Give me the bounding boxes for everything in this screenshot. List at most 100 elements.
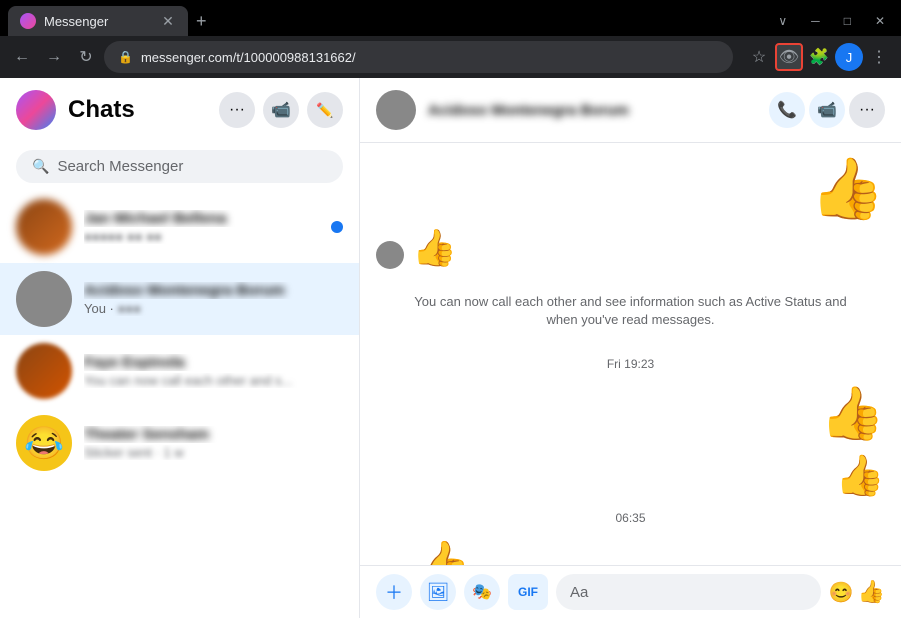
sidebar: Chats ··· 📹 ✏️ 🔍 Search Messenger [0, 78, 360, 618]
phone-icon: 📞 [777, 100, 797, 120]
chat-info: Faye Espinola You can now call each othe… [84, 354, 343, 388]
time-text: 06:35 [615, 511, 645, 525]
maximize-button[interactable]: □ [836, 14, 859, 28]
minimize-button[interactable]: ─ [803, 14, 828, 28]
chat-name: Jan Michael Bellena [84, 210, 319, 227]
lock-icon: 🔒 [118, 50, 133, 64]
chat-name: Acidoso Montenegra Borum [84, 282, 343, 299]
input-right-actions: 😊 👍 [829, 579, 885, 605]
back-button[interactable]: ← [8, 43, 36, 71]
sticker-icon: 🎭 [472, 582, 492, 602]
new-tab-button[interactable]: + [196, 11, 207, 32]
message-row: 👍 [376, 383, 885, 444]
phone-call-button[interactable]: 📞 [769, 92, 805, 128]
thumbs-up-emoji[interactable]: 👍 [820, 383, 885, 444]
image-button[interactable]: 🖼 [420, 574, 456, 610]
like-button[interactable]: 👍 [858, 579, 885, 605]
sticker-button[interactable]: 🎭 [464, 574, 500, 610]
message-row: 👍 [376, 452, 885, 499]
video-camera-icon: 📹 [271, 100, 291, 120]
time-divider: Fri 19:23 [376, 357, 885, 371]
image-icon: 🖼 [427, 582, 450, 603]
chat-list: Jan Michael Bellena ●●●●● ●● ●● Acidoso … [0, 191, 359, 618]
thumbs-up-emoji[interactable]: 👍 [412, 537, 472, 565]
forward-button[interactable]: → [40, 43, 68, 71]
sidebar-header: Chats ··· 📹 ✏️ [0, 78, 359, 142]
messages-area[interactable]: 👍 👍 You can now call each other and see … [360, 143, 901, 565]
close-button[interactable]: ✕ [867, 14, 893, 28]
chat-preview: ●●●●● ●● ●● [84, 229, 319, 244]
input-area: ＋ 🖼 🎭 GIF Aa 😊 👍 [360, 565, 901, 618]
search-input[interactable]: 🔍 Search Messenger [16, 150, 343, 183]
sidebar-actions: ··· 📹 ✏️ [219, 92, 343, 128]
address-text: messenger.com/t/100000988131662/ [141, 50, 356, 65]
more-info-button[interactable]: ··· [849, 92, 885, 128]
chat-name: Theater Sensham [84, 426, 343, 443]
compose-icon: ✏️ [316, 102, 333, 119]
contact-name: Acidoso Montenegra Borum [428, 102, 757, 119]
menu-icon[interactable]: ⋮ [865, 43, 893, 71]
chat-item[interactable]: 😂 Theater Sensham Sticker sent · 1 w [0, 407, 359, 479]
extension-icon[interactable]: 👁 [775, 43, 803, 71]
search-placeholder: Search Messenger [57, 158, 183, 175]
reload-button[interactable]: ↻ [72, 43, 100, 71]
chat-preview: Sticker sent · 1 w [84, 445, 343, 460]
avatar [16, 343, 72, 399]
video-call-button[interactable]: 📹 [809, 92, 845, 128]
blurred-name: Faye Espinola [84, 354, 185, 371]
more-options-button[interactable]: ··· [219, 92, 255, 128]
puzzle-icon[interactable]: 🧩 [805, 43, 833, 71]
add-button[interactable]: ＋ [376, 574, 412, 610]
gif-label: GIF [518, 585, 538, 599]
active-tab[interactable]: Messenger ✕ [8, 6, 188, 36]
message-row: 👍 [376, 227, 885, 269]
chat-item[interactable]: Faye Espinola You can now call each othe… [0, 335, 359, 407]
chat-preview: You can now call each other and s... [84, 373, 343, 388]
chat-header: Acidoso Montenegra Borum 📞 📹 ··· [360, 78, 901, 143]
chat-area: Acidoso Montenegra Borum 📞 📹 ··· 👍 [360, 78, 901, 618]
address-bar-row: ← → ↻ 🔒 messenger.com/t/100000988131662/… [0, 36, 901, 78]
avatar: 😂 [16, 415, 72, 471]
plus-icon: ＋ [385, 579, 403, 605]
chat-preview: You · ●●● [84, 301, 343, 316]
emoji-button[interactable]: 😊 [829, 580, 854, 605]
user-avatar[interactable] [16, 90, 56, 130]
unread-dot [331, 221, 343, 233]
chat-item[interactable]: Jan Michael Bellena ●●●●● ●● ●● [0, 191, 359, 263]
time-text: Fri 19:23 [607, 357, 654, 371]
tab-close-button[interactable]: ✕ [160, 13, 176, 29]
chat-item[interactable]: Acidoso Montenegra Borum You · ●●● [0, 263, 359, 335]
message-input[interactable]: Aa [556, 574, 821, 610]
message-row: 👍 [376, 537, 885, 565]
window-controls: ∨ ─ □ ✕ [770, 14, 893, 28]
chat-info: Jan Michael Bellena ●●●●● ●● ●● [84, 210, 319, 244]
blurred-name: Jan Michael Bellena [84, 210, 227, 227]
new-video-button[interactable]: 📹 [263, 92, 299, 128]
ellipsis-icon: ··· [229, 101, 245, 119]
info-message: You can now call each other and see info… [376, 277, 885, 345]
toolbar-icons: ☆ 👁 🧩 J ⋮ [745, 43, 893, 71]
gif-button[interactable]: GIF [508, 574, 548, 610]
info-text: You can now call each other and see info… [414, 294, 846, 327]
address-field[interactable]: 🔒 messenger.com/t/100000988131662/ [104, 41, 733, 73]
compose-button[interactable]: ✏️ [307, 92, 343, 128]
browser-chrome: Messenger ✕ + ∨ ─ □ ✕ ← → ↻ 🔒 messenger.… [0, 0, 901, 78]
tab-title: Messenger [44, 14, 152, 29]
app-container: Chats ··· 📹 ✏️ 🔍 Search Messenger [0, 78, 901, 618]
tab-favicon [20, 13, 36, 29]
thumbs-up-emoji[interactable]: 👍 [412, 227, 457, 269]
bookmark-icon[interactable]: ☆ [745, 43, 773, 71]
chat-info: Acidoso Montenegra Borum You · ●●● [84, 282, 343, 316]
thumbs-up-emoji[interactable]: 👍 [835, 452, 885, 499]
sidebar-title: Chats [68, 96, 207, 124]
chat-name: Faye Espinola [84, 354, 343, 371]
chat-info: Theater Sensham Sticker sent · 1 w [84, 426, 343, 460]
thumbs-up-emoji[interactable]: 👍 [810, 159, 885, 219]
contact-info: Acidoso Montenegra Borum [428, 102, 757, 119]
profile-icon[interactable]: J [835, 43, 863, 71]
chevron-down-icon[interactable]: ∨ [770, 14, 795, 28]
avatar [16, 199, 72, 255]
chat-header-actions: 📞 📹 ··· [769, 92, 885, 128]
blurred-name: Theater Sensham [84, 426, 209, 443]
contact-avatar [376, 90, 416, 130]
